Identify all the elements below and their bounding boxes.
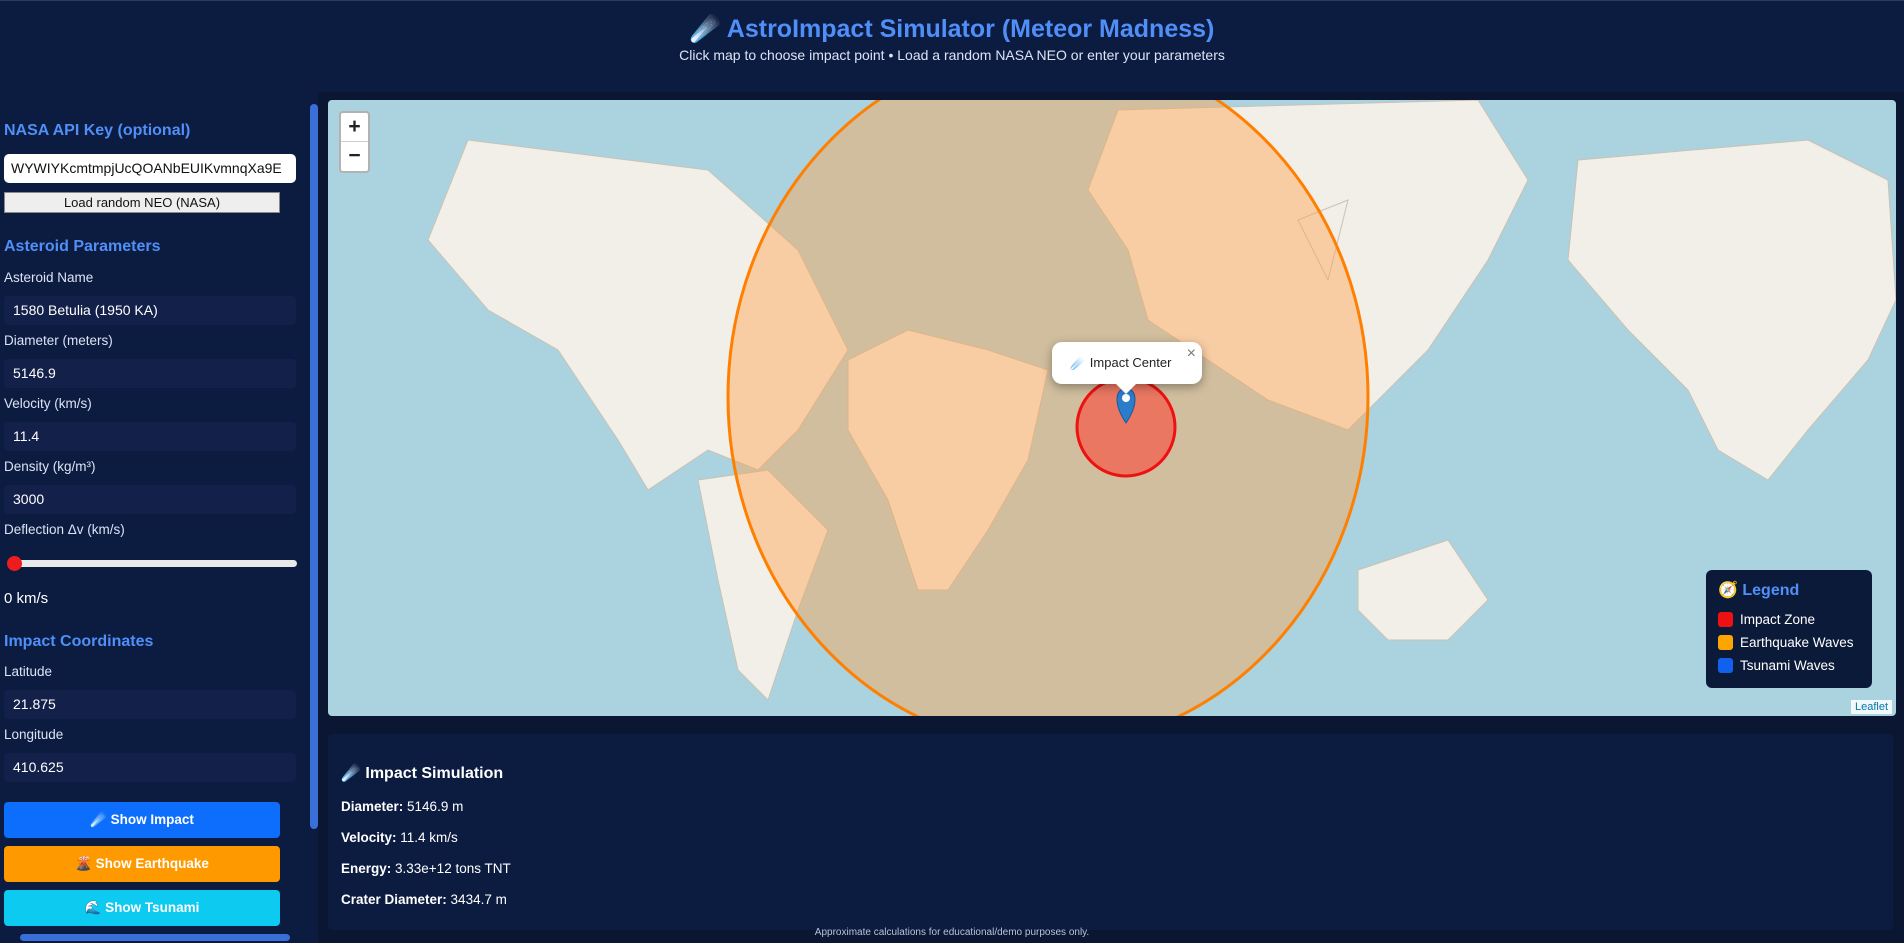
show-earthquake-button[interactable]: 🌋 Show Earthquake (4, 846, 280, 882)
result-velocity: Velocity: 11.4 km/s (341, 830, 458, 845)
latitude-input[interactable]: 21.875 (4, 690, 296, 719)
meteor-icon: ☄️ (689, 15, 721, 43)
app-header: ☄️ AstroImpact Simulator (Meteor Madness… (0, 0, 1904, 92)
longitude-label: Longitude (4, 727, 64, 742)
result-crater: Crater Diameter: 3434.7 m (341, 892, 507, 907)
impact-swatch (1718, 612, 1733, 627)
coords-heading: Impact Coordinates (4, 633, 154, 650)
diameter-label: Diameter (meters) (4, 333, 113, 348)
results-title: ☄️ Impact Simulation (341, 765, 504, 782)
asteroid-name-input[interactable]: 1580 Betulia (1950 KA) (4, 296, 296, 325)
api-key-input[interactable]: WYWIYKcmtmpjUcQOANbEUIKvmnqXa9E (4, 154, 296, 183)
page-title: ☄️ AstroImpact Simulator (Meteor Madness… (689, 15, 1215, 43)
show-impact-button[interactable]: ☄️ Show Impact (4, 802, 280, 838)
deflection-label: Deflection Δv (km/s) (4, 522, 125, 537)
popup-tip (1114, 382, 1138, 394)
results-panel: ☄️ Impact Simulation Diameter: 5146.9 m … (328, 734, 1893, 930)
legend-item-impact: Impact Zone (1718, 608, 1860, 631)
zoom-in-button[interactable]: + (341, 113, 368, 142)
density-input[interactable]: 3000 (4, 485, 296, 514)
slider-handle[interactable] (7, 556, 22, 571)
show-tsunami-button[interactable]: 🌊 Show Tsunami (4, 890, 280, 926)
latitude-label: Latitude (4, 664, 53, 679)
map-legend: 🧭 Legend Impact Zone Earthquake Waves Ts… (1706, 570, 1872, 688)
api-heading: NASA API Key (optional) (4, 122, 191, 139)
zoom-control: + − (339, 111, 370, 173)
deflection-value: 0 km/s (4, 590, 49, 607)
legend-title: 🧭 Legend (1718, 582, 1800, 599)
result-diameter: Diameter: 5146.9 m (341, 799, 464, 814)
earthquake-swatch (1718, 635, 1733, 650)
density-label: Density (kg/m³) (4, 459, 96, 474)
legend-item-earthquake: Earthquake Waves (1718, 631, 1860, 654)
map-tiles[interactable] (328, 100, 1896, 716)
diameter-input[interactable]: 5146.9 (4, 359, 296, 388)
scrollbar-thumb[interactable] (310, 104, 318, 829)
longitude-input[interactable]: 410.625 (4, 753, 296, 782)
legend-item-tsunami: Tsunami Waves (1718, 654, 1860, 677)
asteroid-name-label: Asteroid Name (4, 270, 94, 285)
page-subtitle: Click map to choose impact point • Load … (679, 47, 1225, 63)
velocity-label: Velocity (km/s) (4, 396, 92, 411)
tsunami-swatch (1718, 658, 1733, 673)
result-energy: Energy: 3.33e+12 tons TNT (341, 861, 511, 876)
params-heading: Asteroid Parameters (4, 238, 161, 255)
sidebar: NASA API Key (optional) WYWIYKcmtmpjUcQO… (0, 92, 318, 943)
impact-map[interactable]: + − ☄️ Impact Center × 🧭 Legend Impact Z… (328, 100, 1896, 716)
footer-disclaimer: Approximate calculations for educational… (814, 927, 1090, 938)
load-neo-button[interactable]: Load random NEO (NASA) (4, 192, 280, 213)
popup-text: ☄️ Impact Center (1070, 355, 1172, 370)
velocity-input[interactable]: 11.4 (4, 422, 296, 451)
zoom-out-button[interactable]: − (341, 142, 368, 171)
deflection-slider[interactable] (7, 556, 297, 571)
leaflet-attribution-link[interactable]: Leaflet (1850, 700, 1892, 714)
impact-popup: ☄️ Impact Center × (1052, 342, 1202, 394)
popup-close-icon[interactable]: × (1187, 345, 1196, 363)
sidebar-scrollbar[interactable] (310, 92, 318, 934)
